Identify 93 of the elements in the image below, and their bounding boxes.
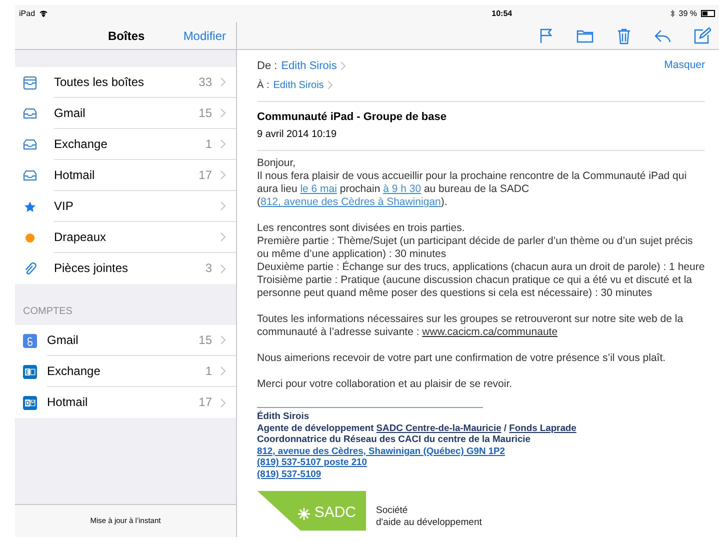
unread-count: 1 <box>205 136 212 153</box>
chevron-icon <box>220 108 226 118</box>
link[interactable]: Fonds Laprade <box>509 422 576 433</box>
inbox-icon <box>23 106 37 120</box>
body-text: Première partie : Thème/Sujet (un participant décide de parler d’un thème ou d’un sujet précis ou même d’une application) : 30 minutes <box>257 235 694 260</box>
link[interactable]: www.cacicm.ca/communaute <box>422 326 558 338</box>
mailbox-name: Drapeaux <box>54 229 108 246</box>
wifi-icon <box>39 10 48 17</box>
e-tile-icon <box>23 364 37 378</box>
chevron-icon <box>220 201 226 211</box>
email-date: 9 avril 2014 10:19 <box>257 127 705 151</box>
mailbox-name: Pièces jointes <box>54 260 130 277</box>
device-name: iPad <box>19 8 36 20</box>
mailbox-row[interactable]: Hotmail 17 <box>15 387 236 418</box>
bluetooth-icon <box>670 9 675 18</box>
mailbox-row[interactable]: Hotmail 17 <box>15 160 236 191</box>
logo-tagline: d'aide au développement <box>376 516 482 529</box>
compose-icon[interactable] <box>693 26 711 44</box>
recipient-link[interactable]: Edith Sirois <box>273 78 324 92</box>
unread-count: 1 <box>205 363 212 380</box>
body-text: Les rencontres sont divisées en trois parties. <box>257 222 466 235</box>
chevron-icon <box>220 398 226 408</box>
status-time: 10:54 <box>490 8 514 20</box>
section-header: COMPTES <box>22 305 74 319</box>
body-text: Il nous fera plaisir de vous accueillir pour la prochaine rencontre de la Communauté iPad qui aura lieu le 6 mai prochain à 9 h 30 au bureau de la SADC (812, avenue des Cèdres à Shawinigan). <box>257 170 688 209</box>
mailbox-row[interactable]: Pièces jointes 3 <box>15 253 236 284</box>
chevron-icon <box>220 232 226 242</box>
mailbox-name: Exchange <box>47 363 102 380</box>
body-text: Nous aimerions recevoir de votre part une confirmation de votre présence s’il vous plaît. <box>257 352 667 365</box>
to-label: À : <box>257 78 270 92</box>
signature-line: Édith Sirois <box>257 410 310 422</box>
link[interactable]: SADC Centre-de-la-Mauricie <box>376 422 502 433</box>
g-tile-icon <box>23 334 37 348</box>
unread-count: 15 <box>198 105 212 122</box>
paperclip-icon <box>23 262 37 276</box>
hide-button[interactable]: Masquer <box>664 58 705 74</box>
sidebar-title: Boîtes <box>108 28 145 44</box>
mailbox-row[interactable]: Toutes les boîtes 33 <box>15 67 236 98</box>
mailbox-name: Gmail <box>54 105 86 122</box>
link[interactable]: (819) 537-5107 poste 210 <box>257 456 367 468</box>
mailbox-name: Exchange <box>54 136 108 153</box>
unread-count: 15 <box>198 332 212 349</box>
chevron-icon <box>220 139 226 149</box>
chevron-icon <box>220 366 226 376</box>
body-text: Troisième partie : Pratique (aucune discussion chacun pratique ce qui a été vu et discuté et la personne peut quand même poser des questions si cela est nécessaire) : 30 minutes <box>257 274 694 300</box>
link[interactable]: 812, avenue des Cèdres, Shawinigan (Québec) G9N 1P2 <box>257 444 506 456</box>
email-subject: Communauté iPad - Groupe de base <box>257 110 448 124</box>
unread-count: 17 <box>198 394 212 411</box>
from-label: De : <box>257 59 278 74</box>
chevron-icon <box>220 77 226 87</box>
signature-line: Agente de développement SADC Centre-de-la-Mauricie / Fonds Laprade <box>257 422 578 434</box>
unread-count: 17 <box>198 167 212 184</box>
body-text: Toutes les informations nécessaires sur les groupes se retrouveront sur notre site web de la communauté à l’adresse suivante : www.cacicm.ca/communaute <box>257 313 684 339</box>
trash-icon[interactable] <box>615 26 633 44</box>
dot-icon <box>23 230 37 244</box>
star-icon <box>23 200 37 214</box>
logo-tagline: Société <box>376 504 409 517</box>
mailbox-name: Gmail <box>47 332 80 349</box>
chevron-icon <box>340 61 346 72</box>
mailbox-row[interactable]: Gmail 15 <box>15 325 236 356</box>
inbox-stack-icon <box>23 76 37 90</box>
edit-button[interactable]: Modifier <box>183 26 226 44</box>
link[interactable]: à 9 h 30 <box>383 183 422 195</box>
inbox-icon <box>23 138 37 152</box>
body-text: Bonjour, <box>257 157 297 170</box>
unread-count: 33 <box>198 74 212 91</box>
signature-line: Coordonnatrice du Réseau des CACI du centre de la Mauricie <box>257 433 532 445</box>
mailbox-row[interactable]: Drapeaux <box>15 222 236 253</box>
logo-name: SADC <box>314 503 356 524</box>
chevron-icon <box>326 80 333 90</box>
mailbox-row[interactable]: Exchange 1 <box>15 129 236 160</box>
link[interactable]: le 6 mai <box>300 183 337 195</box>
body-text: Deuxième partie : Échange sur des trucs, applications (chacun aura un droit de parole) : 1 heure <box>257 261 705 274</box>
mailbox-name: Hotmail <box>47 394 89 411</box>
o-tile-icon <box>23 396 37 410</box>
link[interactable]: 812, avenue des Cèdres à Shawinigan <box>260 196 441 208</box>
sender-link[interactable]: Edith Sirois <box>281 58 337 74</box>
mailbox-name: Toutes les boîtes <box>54 74 146 91</box>
inbox-icon <box>23 168 37 182</box>
link[interactable]: (819) 537-5109 <box>257 468 322 479</box>
chevron-icon <box>220 335 226 345</box>
battery-percent: 39 % <box>678 8 697 20</box>
mailbox-row[interactable]: VIP <box>15 191 236 222</box>
battery-icon <box>701 10 715 17</box>
mailbox-row[interactable]: Gmail 15 <box>15 98 236 129</box>
unread-count: 3 <box>205 260 212 277</box>
mailbox-name: VIP <box>54 198 74 215</box>
snowflake-icon <box>298 508 310 520</box>
body-text: Merci pour votre collaboration et au plaisir de se revoir. <box>257 378 514 391</box>
chevron-icon <box>220 264 226 274</box>
chevron-icon <box>220 170 226 180</box>
mailbox-name: Hotmail <box>54 167 96 184</box>
mailbox-row[interactable]: Exchange 1 <box>15 356 236 387</box>
